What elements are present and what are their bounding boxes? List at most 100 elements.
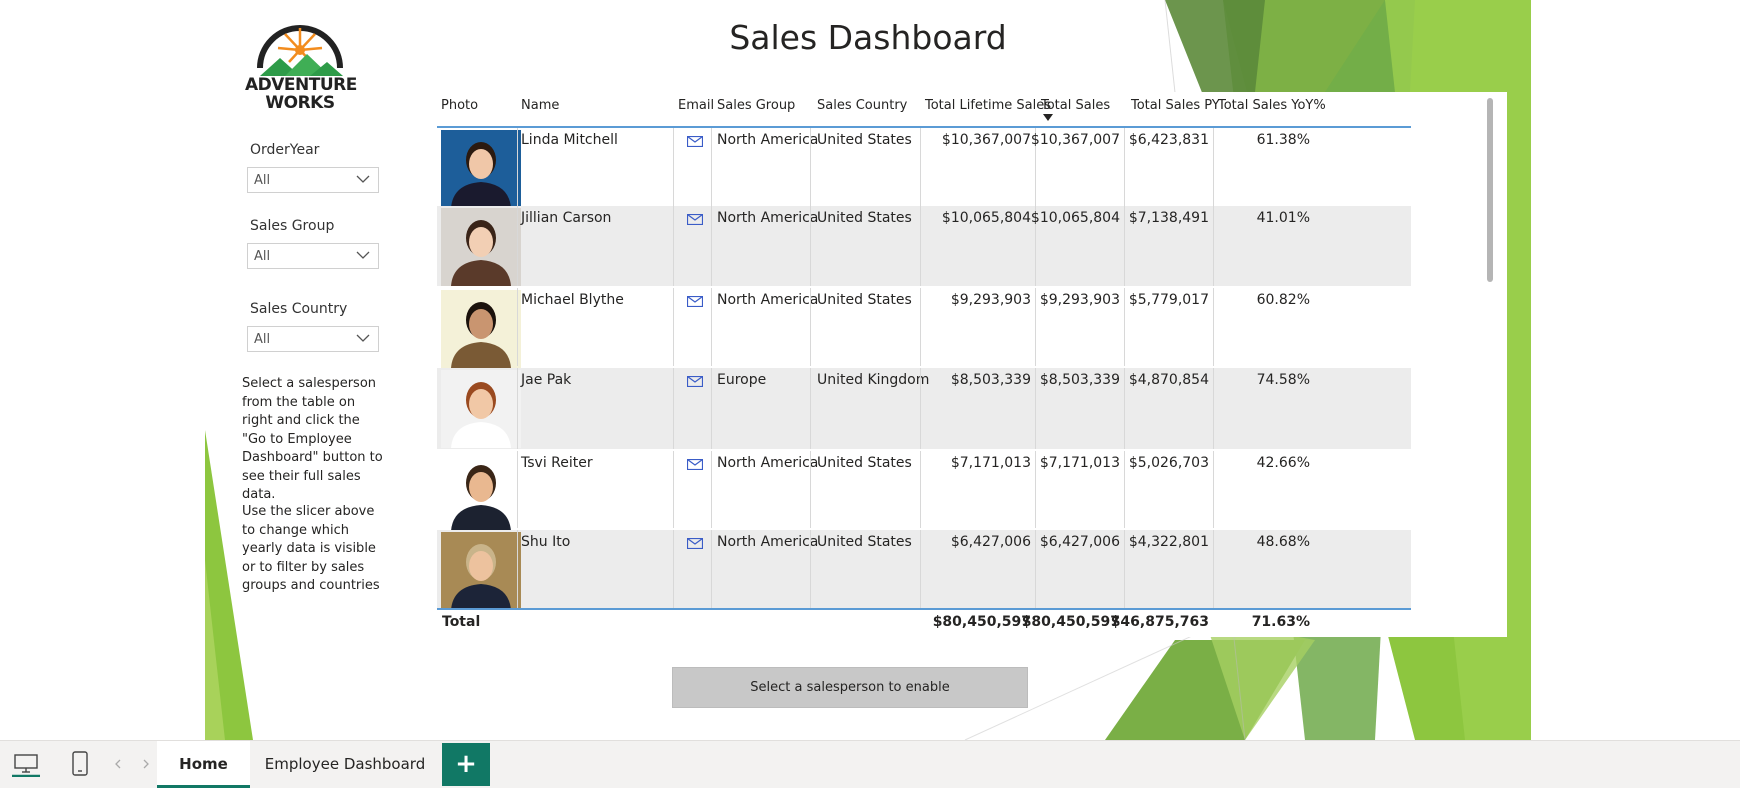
mail-icon[interactable] xyxy=(687,376,703,387)
table-row[interactable]: Jillian Carson North America United States… xyxy=(437,206,1411,286)
cell-total-lifetime-sales: $9,293,903 xyxy=(950,292,1031,308)
mail-icon[interactable] xyxy=(687,459,703,470)
employee-photo xyxy=(441,208,521,286)
slicer-orderyear-dropdown[interactable]: All xyxy=(247,167,379,193)
table-scrollbar-thumb[interactable] xyxy=(1487,98,1493,282)
cell-sales-group: North America xyxy=(717,210,819,226)
column-divider xyxy=(711,288,712,366)
column-divider xyxy=(920,128,921,206)
cell-sales-group: North America xyxy=(717,455,819,471)
total-divider xyxy=(437,608,1411,610)
cell-sales-group: Europe xyxy=(717,372,767,388)
column-divider xyxy=(711,530,712,608)
column-divider xyxy=(920,206,921,286)
total-lifetime-sales: $80,450,597 xyxy=(932,614,1031,630)
slicer-label-orderyear: OrderYear xyxy=(250,142,320,158)
cell-total-sales-yoy: 60.82% xyxy=(1256,292,1310,308)
chevron-right-icon[interactable] xyxy=(142,759,150,769)
column-divider xyxy=(517,128,518,206)
table-row[interactable]: Shu Ito North America United States $6,427,… xyxy=(437,530,1411,610)
chevron-down-icon xyxy=(356,334,370,342)
add-page-button[interactable]: + xyxy=(442,743,490,786)
column-divider xyxy=(810,368,811,449)
desktop-view-icon[interactable] xyxy=(12,751,40,777)
cell-total-lifetime-sales: $8,503,339 xyxy=(950,372,1031,388)
slicer-sales-group-value: All xyxy=(254,249,271,264)
cell-total-sales-yoy: 74.58% xyxy=(1256,372,1310,388)
cell-sales-country: United States xyxy=(817,534,912,550)
column-header-total-lifetime-sales[interactable]: Total Lifetime Sales xyxy=(925,98,1051,113)
column-header-photo[interactable]: Photo xyxy=(441,98,478,113)
table-row[interactable]: Tsvi Reiter North America United States $7,… xyxy=(437,451,1411,531)
cell-name: Michael Blythe xyxy=(521,292,624,308)
column-header-email[interactable]: Email xyxy=(678,98,714,113)
cell-name: Jae Pak xyxy=(521,372,572,388)
page-navigation-bar: Home Employee Dashboard + xyxy=(0,740,1740,788)
table-row[interactable]: Linda Mitchell North America United States… xyxy=(437,128,1411,208)
cell-total-sales-py: $5,779,017 xyxy=(1128,292,1209,308)
cell-sales-group: North America xyxy=(717,132,819,148)
report-canvas: Sales Dashboard Adventure Works OrderYea… xyxy=(205,0,1531,740)
column-divider xyxy=(810,451,811,528)
tab-home[interactable]: Home xyxy=(157,741,250,788)
cell-sales-group: North America xyxy=(717,534,819,550)
column-divider xyxy=(673,128,674,206)
column-divider xyxy=(517,368,518,449)
table-row[interactable]: Jae Pak Europe United Kingdom $8,503,339 $8,… xyxy=(437,368,1411,449)
column-header-sales-group[interactable]: Sales Group xyxy=(717,98,795,113)
slicer-sales-country-dropdown[interactable]: All xyxy=(247,326,379,352)
employee-photo xyxy=(441,370,521,448)
go-to-employee-dashboard-button[interactable]: Select a salesperson to enable xyxy=(672,667,1028,708)
total-label: Total xyxy=(442,614,481,630)
column-divider xyxy=(711,128,712,206)
sort-descending-icon xyxy=(1043,114,1053,121)
cell-name: Linda Mitchell xyxy=(521,132,618,148)
mobile-view-icon[interactable] xyxy=(71,751,89,777)
table-row[interactable]: Michael Blythe North America United States… xyxy=(437,288,1411,368)
mail-icon[interactable] xyxy=(687,214,703,225)
column-divider xyxy=(810,128,811,206)
employee-photo xyxy=(441,130,521,208)
sales-table: Photo Name Email Sales Group Sales Count… xyxy=(431,92,1507,637)
total-sales-py: $46,875,763 xyxy=(1110,614,1209,630)
cell-sales-country: United States xyxy=(817,292,912,308)
column-divider xyxy=(920,368,921,449)
employee-photo xyxy=(441,290,521,368)
mail-icon[interactable] xyxy=(687,538,703,549)
logo-wordmark: Adventure Works xyxy=(245,75,357,113)
column-divider xyxy=(673,206,674,286)
mail-icon[interactable] xyxy=(687,136,703,147)
employee-photo xyxy=(441,532,521,610)
column-header-total-sales-py[interactable]: Total Sales PY xyxy=(1131,98,1220,113)
cell-total-lifetime-sales: $10,065,804 xyxy=(941,210,1031,226)
column-divider xyxy=(810,206,811,286)
cell-sales-country: United States xyxy=(817,132,912,148)
cell-total-sales-py: $7,138,491 xyxy=(1128,210,1209,226)
slicer-label-sales-country: Sales Country xyxy=(250,301,348,317)
column-divider xyxy=(517,451,518,528)
column-header-name[interactable]: Name xyxy=(521,98,559,113)
cell-total-lifetime-sales: $7,171,013 xyxy=(950,455,1031,471)
cell-total-sales-py: $4,322,801 xyxy=(1128,534,1209,550)
column-header-sales-country[interactable]: Sales Country xyxy=(817,98,907,113)
mail-icon[interactable] xyxy=(687,296,703,307)
cell-total-sales-py: $5,026,703 xyxy=(1128,455,1209,471)
slicer-orderyear-value: All xyxy=(254,173,271,188)
chevron-left-icon[interactable] xyxy=(114,759,122,769)
slicer-sales-group-dropdown[interactable]: All xyxy=(247,243,379,269)
cell-sales-group: North America xyxy=(717,292,819,308)
column-divider xyxy=(517,206,518,286)
column-divider xyxy=(920,288,921,366)
cell-sales-country: United States xyxy=(817,455,912,471)
total-sales-yoy: 71.63% xyxy=(1251,614,1310,630)
cell-total-sales: $6,427,006 xyxy=(1039,534,1120,550)
column-header-total-sales[interactable]: Total Sales xyxy=(1041,98,1110,113)
cell-sales-country: United States xyxy=(817,210,912,226)
cell-total-sales-py: $4,870,854 xyxy=(1128,372,1209,388)
cell-total-sales: $10,367,007 xyxy=(1030,132,1120,148)
tab-employee-dashboard[interactable]: Employee Dashboard xyxy=(250,741,440,788)
cell-total-lifetime-sales: $10,367,007 xyxy=(941,132,1031,148)
column-divider xyxy=(711,451,712,528)
column-header-total-sales-yoy[interactable]: Total Sales YoY% xyxy=(1218,98,1326,113)
column-divider xyxy=(711,368,712,449)
